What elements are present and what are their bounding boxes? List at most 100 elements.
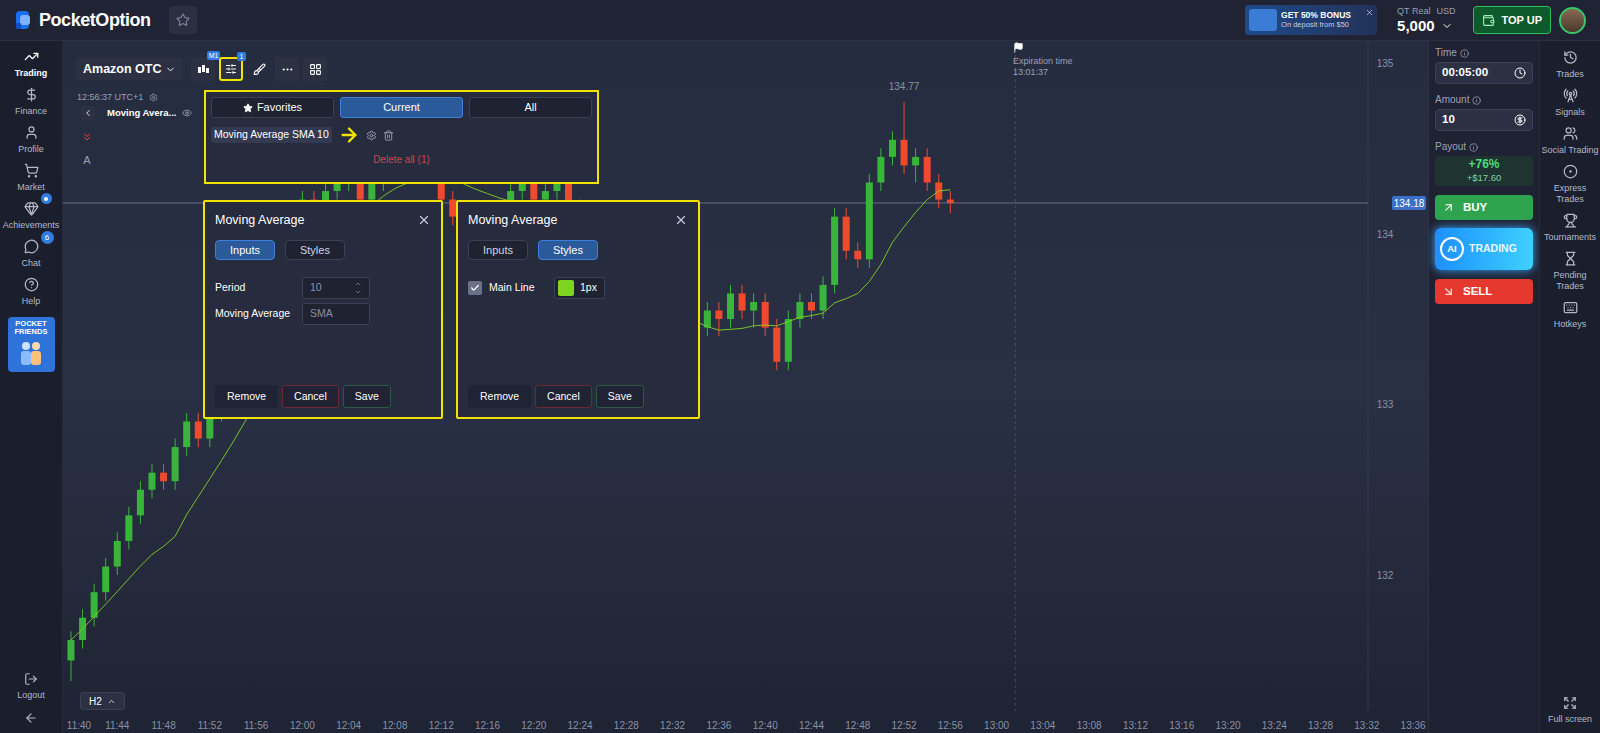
top-up-button[interactable]: TOP UP — [1473, 6, 1551, 34]
candle — [866, 174, 873, 268]
indicator-name[interactable]: Moving Average SMA 10 — [211, 127, 332, 143]
dialog-button[interactable]: Remove — [215, 385, 278, 408]
time-tick: 13:28 — [1308, 720, 1333, 731]
dialog-button[interactable]: Cancel — [282, 385, 339, 408]
flag-icon[interactable] — [1013, 42, 1024, 53]
close-icon[interactable] — [417, 213, 431, 227]
info-icon[interactable] — [1460, 49, 1469, 58]
indicator-dialog: Moving AverageInputsStylesPeriod10Moving… — [203, 200, 443, 419]
timeframe-selector[interactable]: H2 — [80, 692, 125, 710]
right-nav-item[interactable]: Signals — [1540, 84, 1600, 122]
gear-icon[interactable] — [366, 130, 377, 141]
right-nav-label: Signals — [1555, 107, 1585, 118]
delete-all-button[interactable]: Delete all (1) — [211, 152, 592, 167]
time-tick: 13:24 — [1262, 720, 1287, 731]
trash-icon[interactable] — [383, 130, 394, 141]
account[interactable]: QT RealUSD5,000 — [1397, 5, 1455, 35]
tab[interactable]: All — [469, 97, 592, 118]
right-nav-item[interactable]: Tournaments — [1540, 209, 1600, 247]
grid-icon — [309, 63, 322, 76]
tab[interactable]: Inputs — [468, 240, 528, 260]
close-icon[interactable] — [1365, 8, 1374, 17]
checkbox[interactable] — [468, 281, 482, 295]
right-nav-item[interactable]: Hotkeys — [1540, 296, 1600, 334]
right-nav-item[interactable]: Social Trading — [1540, 122, 1600, 160]
amount-input[interactable]: 10 — [1435, 109, 1533, 131]
tab[interactable]: Styles — [538, 240, 598, 260]
nav-item[interactable]: Achievements — [0, 197, 62, 235]
sell-button[interactable]: SELL — [1435, 279, 1533, 304]
nav-item[interactable]: Market — [0, 159, 62, 197]
more-button[interactable] — [275, 57, 299, 81]
nav-icon-wrap — [24, 201, 39, 216]
nav-item[interactable]: 6Chat — [0, 235, 62, 273]
right-nav-label: Social Trading — [1541, 145, 1598, 156]
time-input[interactable]: 00:05:00 — [1435, 62, 1533, 84]
nav-icon-wrap — [24, 163, 39, 178]
full-screen-button[interactable]: Full screen — [1548, 696, 1592, 725]
close-icon[interactable] — [674, 213, 688, 227]
asset-selector[interactable]: Amazon OTC — [76, 58, 183, 80]
nav-item[interactable]: Help — [0, 273, 62, 311]
price-tick: 134 — [1377, 229, 1394, 240]
number-input[interactable]: 10 — [302, 277, 370, 299]
favorite-button[interactable] — [169, 6, 197, 34]
drawings-button[interactable] — [247, 57, 271, 81]
tab[interactable]: Styles — [285, 240, 345, 260]
dollar-icon[interactable] — [1514, 114, 1526, 126]
tab[interactable]: Inputs — [215, 240, 275, 260]
right-nav-item[interactable]: Express Trades — [1540, 160, 1600, 209]
style-label: Main Line — [489, 280, 547, 296]
dialog-button[interactable]: Remove — [468, 385, 531, 408]
nav-icon-wrap — [24, 49, 39, 64]
info-icon[interactable] — [1469, 143, 1478, 152]
account-currency: USD — [1436, 5, 1455, 17]
right-nav-item[interactable]: Trades — [1540, 46, 1600, 84]
text-tool[interactable]: A — [83, 152, 90, 169]
indicators-badge: 1 — [237, 52, 247, 61]
select-input[interactable]: SMA — [302, 303, 370, 325]
chevron-down-icon[interactable] — [354, 288, 362, 296]
tab[interactable]: Favorites — [211, 97, 334, 118]
bonus-banner[interactable]: GET 50% BONUSOn deposit from $50 — [1245, 5, 1377, 35]
account-balance-row: 5,000 — [1397, 17, 1455, 35]
eye-icon[interactable] — [182, 108, 192, 118]
dialog-button[interactable]: Save — [596, 385, 644, 408]
avatar[interactable] — [1559, 7, 1586, 34]
collapse-arrow-icon[interactable] — [24, 711, 38, 725]
tab[interactable]: Current — [340, 97, 463, 118]
indicators-panel: Favorites Current All Moving Average SMA 10… — [204, 90, 599, 184]
chart-type-button[interactable]: M1 — [191, 57, 215, 81]
layout-button[interactable] — [303, 57, 327, 81]
svg-text:134.18: 134.18 — [1394, 198, 1425, 209]
indicators-button[interactable]: 1 — [219, 57, 243, 81]
time-tick: 12:28 — [614, 720, 639, 731]
logout-button[interactable]: Logout — [17, 672, 45, 701]
nav-item[interactable]: Profile — [0, 121, 62, 159]
nav-alert-dot — [41, 193, 52, 204]
right-nav-item[interactable]: Pending Trades — [1540, 247, 1600, 296]
dialog-button[interactable]: Save — [343, 385, 391, 408]
legend-toggle[interactable] — [81, 106, 95, 120]
ai-trading-button[interactable]: AITRADING — [1435, 228, 1533, 270]
info-icon[interactable] — [1472, 96, 1481, 105]
clock-icon[interactable] — [1514, 67, 1526, 79]
time-tick: 12:00 — [290, 720, 315, 731]
logo[interactable]: PocketOption — [14, 7, 151, 34]
line-style-picker[interactable]: 1px — [554, 277, 605, 299]
right-nav-icon — [1563, 164, 1578, 179]
chevron-up-icon[interactable] — [354, 280, 362, 288]
promo-tile[interactable]: POCKET FRIENDS — [8, 317, 55, 372]
stepper[interactable] — [354, 280, 362, 296]
nav-icon — [24, 277, 39, 292]
chevrons-down-icon[interactable] — [81, 131, 93, 143]
chevron-up-icon — [107, 697, 116, 706]
nav-item[interactable]: Trading — [0, 45, 62, 83]
gear-icon[interactable] — [149, 93, 158, 102]
dialog-button[interactable]: Cancel — [535, 385, 592, 408]
candle — [125, 507, 132, 550]
nav-item[interactable]: Finance — [0, 83, 62, 121]
buy-button[interactable]: BUY — [1435, 195, 1533, 220]
time-tick: 13:32 — [1354, 720, 1379, 731]
time-tick: 11:48 — [151, 720, 176, 731]
